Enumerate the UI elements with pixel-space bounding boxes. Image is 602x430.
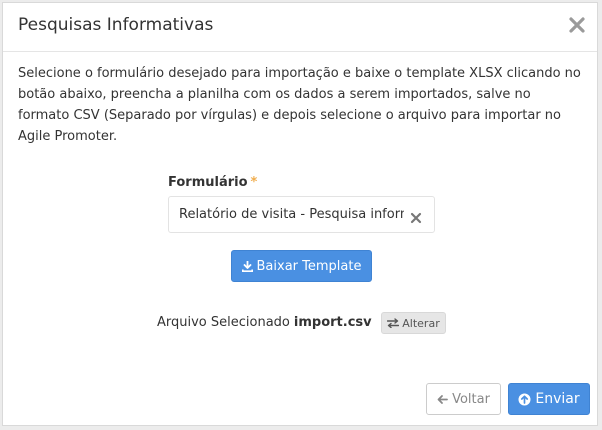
change-file-label: Alterar xyxy=(402,316,440,330)
form-label: Formulário * xyxy=(168,175,257,190)
send-button-label: Enviar xyxy=(535,391,580,407)
close-icon[interactable] xyxy=(568,16,586,34)
back-button[interactable]: Voltar xyxy=(426,383,501,415)
arrow-left-icon xyxy=(437,394,448,405)
change-file-button[interactable]: Alterar xyxy=(381,312,446,334)
download-template-label: Baixar Template xyxy=(256,258,362,274)
back-button-label: Voltar xyxy=(452,391,490,407)
modal-header: Pesquisas Informativas xyxy=(3,3,597,52)
modal-description: Selecione o formulário desejado para imp… xyxy=(18,66,581,144)
selected-file: Arquivo Selecionado import.csv xyxy=(157,315,372,330)
send-button[interactable]: Enviar xyxy=(508,383,590,415)
modal-title: Pesquisas Informativas xyxy=(18,15,214,35)
required-mark: * xyxy=(250,175,258,190)
download-icon xyxy=(241,260,253,272)
download-template-button[interactable]: Baixar Template xyxy=(231,250,372,282)
selected-file-label: Arquivo Selecionado xyxy=(157,315,290,330)
selected-file-name: import.csv xyxy=(293,315,372,330)
form-select[interactable]: Relatório de visita - Pesquisa informati… xyxy=(168,196,435,233)
exchange-icon xyxy=(387,318,400,329)
form-label-text: Formulário xyxy=(168,175,248,190)
import-modal: Pesquisas Informativas Selecione o formu… xyxy=(2,2,598,426)
form-select-value: Relatório de visita - Pesquisa informati… xyxy=(179,207,404,222)
circle-arrow-up-icon xyxy=(518,393,531,406)
clear-icon[interactable] xyxy=(410,209,422,224)
